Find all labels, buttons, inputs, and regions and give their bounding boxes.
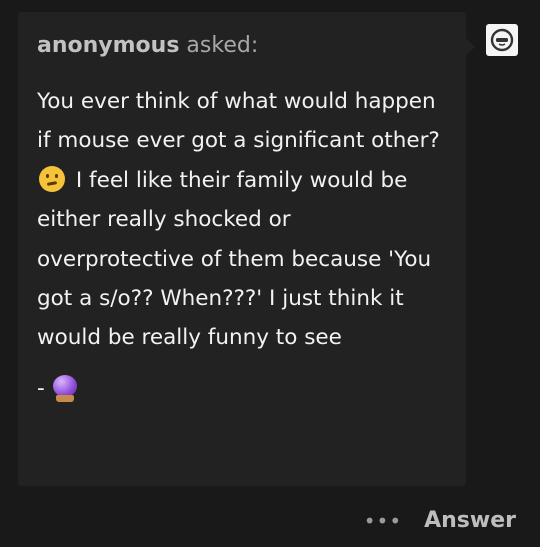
more-options-icon[interactable]: ••• bbox=[364, 506, 402, 536]
answer-button[interactable]: Answer bbox=[424, 506, 516, 536]
sign-off-dash: - bbox=[37, 375, 45, 401]
anonymous-avatar-icon bbox=[490, 28, 514, 52]
asker-line: anonymous asked: bbox=[37, 32, 448, 60]
question-text-part-2: I feel like their family would be either… bbox=[37, 167, 432, 351]
post-footer: ••• Answer bbox=[364, 506, 516, 536]
asked-label: asked: bbox=[186, 33, 259, 58]
avatar[interactable] bbox=[486, 24, 518, 56]
thinking-face-icon bbox=[39, 165, 65, 192]
question-body: You ever think of what would happen if m… bbox=[37, 82, 448, 358]
ask-card: anonymous asked: You ever think of what … bbox=[18, 12, 475, 486]
crystal-ball-icon bbox=[52, 374, 77, 403]
question-text-part-1: You ever think of what would happen if m… bbox=[37, 89, 440, 154]
asker-name[interactable]: anonymous bbox=[37, 33, 179, 58]
sign-off: - bbox=[37, 374, 448, 404]
